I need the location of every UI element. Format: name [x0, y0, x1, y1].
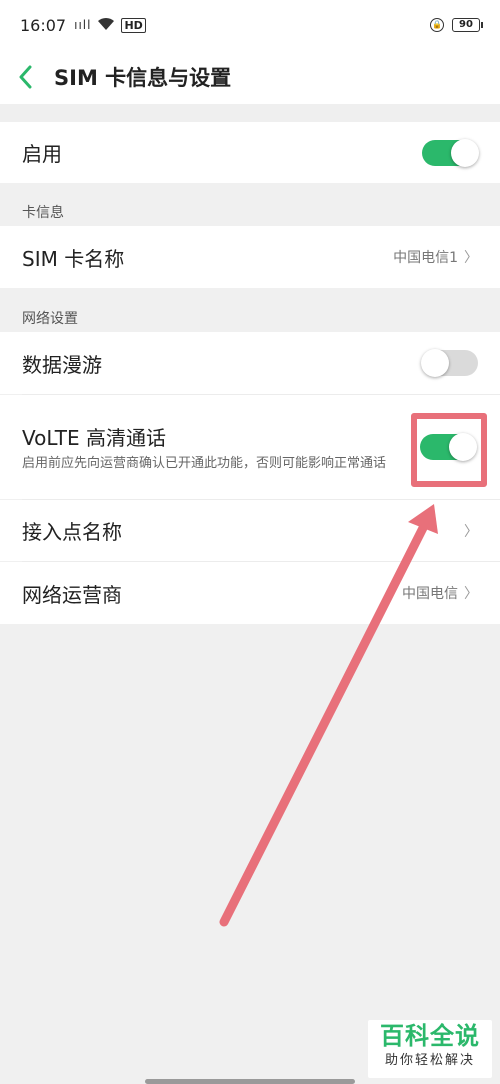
wifi-icon	[97, 16, 115, 35]
back-arrow-icon[interactable]	[18, 65, 38, 89]
network-operator-label: 网络运营商	[22, 582, 122, 607]
hd-icon: HD	[121, 17, 146, 33]
chevron-right-icon: 〉	[464, 586, 478, 602]
rotation-lock-icon: 🔒	[430, 18, 444, 32]
enable-label: 启用	[22, 142, 62, 166]
sim-name-label: SIM 卡名称	[22, 246, 125, 271]
highlight-box	[411, 413, 487, 487]
status-time: 16:07	[20, 15, 67, 35]
battery-icon: 90	[452, 18, 483, 32]
section-gap	[0, 104, 500, 122]
data-roaming-label: 数据漫游	[22, 352, 102, 377]
network-operator-value: 中国电信	[402, 586, 458, 602]
toggle-knob	[421, 349, 449, 377]
navigation-handle[interactable]	[145, 1079, 355, 1084]
apn-label: 接入点名称	[22, 520, 122, 544]
page-header: SIM 卡信息与设置	[0, 50, 500, 104]
signal-icon: ııll	[74, 18, 92, 32]
status-bar: 16:07 ııll HD 🔒 90	[0, 0, 500, 50]
chevron-right-icon: 〉	[464, 250, 478, 266]
volte-description: 启用前应先向运营商确认已开通此功能，否则可能影响正常通话	[22, 455, 387, 471]
volte-label: VoLTE 高清通话	[22, 425, 166, 450]
toggle-knob	[451, 138, 479, 167]
watermark-subtitle: 助你轻松解决	[384, 1053, 475, 1068]
enable-toggle[interactable]	[422, 138, 479, 167]
card-info-section-label: 卡信息	[22, 205, 64, 221]
data-roaming-row[interactable]: 数据漫游	[0, 332, 500, 394]
chevron-right-icon: 〉	[464, 523, 478, 540]
network-operator-value-wrap: 中国电信 〉	[402, 583, 478, 603]
watermark-logo: 百科全说 助你轻松解决	[368, 1020, 492, 1078]
apn-row[interactable]: 接入点名称 〉	[0, 500, 500, 561]
apn-value-wrap: 〉	[458, 521, 478, 541]
sim-name-row[interactable]: SIM 卡名称 中国电信1 〉	[0, 226, 500, 288]
enable-row[interactable]: 启用	[0, 122, 500, 183]
page-title: SIM 卡信息与设置	[54, 66, 232, 90]
network-operator-row[interactable]: 网络运营商 中国电信 〉	[0, 562, 500, 624]
data-roaming-toggle[interactable]	[421, 349, 478, 377]
network-section-label: 网络设置	[22, 311, 78, 327]
watermark-title: 百科全说	[380, 1022, 480, 1050]
sim-name-value-wrap: 中国电信1 〉	[393, 247, 478, 267]
sim-name-value: 中国电信1	[393, 250, 458, 266]
volte-text: VoLTE 高清通话 启用前应先向运营商确认已开通此功能，否则可能影响正常通话	[22, 422, 402, 473]
